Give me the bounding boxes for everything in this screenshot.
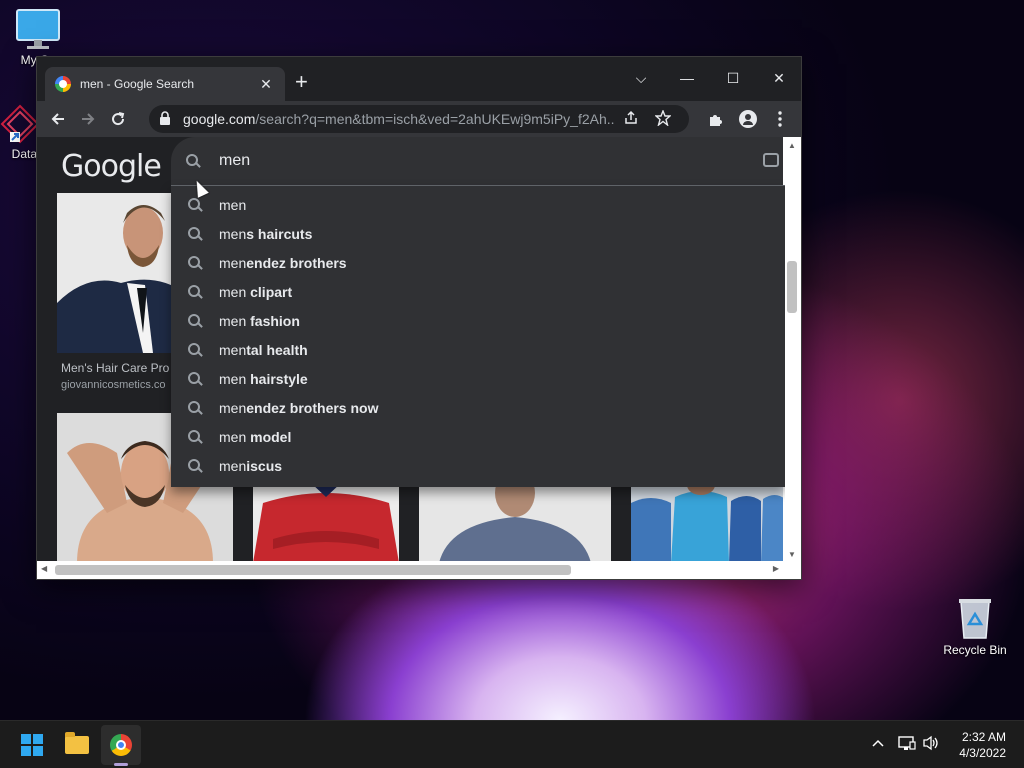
desktop-icon-recycle-bin[interactable]: Recycle Bin (937, 596, 1013, 657)
suggestion-item[interactable]: meniscus (171, 451, 785, 480)
scroll-up-icon[interactable]: ▲ (783, 141, 801, 150)
image-result[interactable] (57, 193, 185, 353)
url-host: google.com (183, 111, 256, 127)
new-tab-button[interactable]: + (295, 71, 308, 93)
suggestion-text: menendez brothers now (219, 399, 379, 416)
horizontal-scrollbar[interactable]: ◀ ▶ (37, 561, 801, 579)
suggestion-item[interactable]: menendez brothers now (171, 393, 785, 422)
reload-icon[interactable] (103, 104, 133, 134)
chrome-icon (110, 734, 132, 756)
suggestion-item[interactable]: men clipart (171, 277, 785, 306)
search-icon (187, 429, 203, 445)
scroll-right-icon[interactable]: ▶ (773, 564, 779, 573)
suggestion-text: meniscus (219, 457, 283, 474)
desktop-icon-label: Recycle Bin (943, 643, 1007, 657)
suggestion-text: men hairstyle (219, 370, 308, 387)
scroll-down-icon[interactable]: ▼ (783, 550, 801, 559)
search-icon (185, 153, 201, 169)
back-icon[interactable] (43, 104, 73, 134)
chrome-taskbar-button[interactable] (101, 725, 141, 765)
search-icon (187, 313, 203, 329)
tab-google-search[interactable]: men - Google Search ✕ (45, 67, 285, 101)
result-image (253, 483, 399, 563)
vertical-scroll-thumb[interactable] (787, 261, 797, 313)
chrome-window: men - Google Search ✕ + ⌵ — ☐ ✕ google.c… (36, 56, 802, 580)
title-bar: men - Google Search ✕ + ⌵ — ☐ ✕ (37, 57, 801, 101)
autocomplete-dropdown: men mens haircuts menendez brothers men … (171, 185, 785, 487)
clock-time: 2:32 AM (961, 730, 1006, 744)
suggestion-text: mental health (219, 341, 308, 358)
search-box[interactable]: men (171, 137, 785, 185)
extensions-icon[interactable] (701, 104, 731, 134)
search-icon (187, 458, 203, 474)
suggestion-text: men model (219, 428, 292, 445)
profile-icon[interactable] (733, 104, 763, 134)
folder-icon (65, 732, 89, 754)
tray-chevron-icon[interactable] (872, 735, 884, 750)
windows-logo-icon (21, 734, 43, 756)
search-icon (187, 371, 203, 387)
search-icon (187, 197, 203, 213)
search-icon (187, 342, 203, 358)
star-icon[interactable] (647, 108, 679, 129)
menu-icon[interactable] (765, 104, 795, 134)
google-images-page: Google men Men's Hair Care Pro giovannic… (37, 137, 785, 563)
monitor-icon (16, 9, 60, 49)
image-result[interactable] (631, 483, 785, 563)
suggestion-text: men (219, 196, 247, 213)
forward-icon[interactable] (73, 104, 103, 134)
network-icon[interactable] (898, 735, 916, 754)
url-path: /search?q=men&tbm=isch&ved=2ahUKEwj9m5iP… (255, 111, 615, 127)
datawarrior-icon (0, 104, 40, 144)
tab-search-dropdown-icon[interactable]: ⌵ (621, 63, 661, 93)
maximize-button[interactable]: ☐ (713, 63, 753, 93)
suggestion-item[interactable]: mens haircuts (171, 219, 785, 248)
search-icon (187, 255, 203, 271)
tab-close-icon[interactable]: ✕ (257, 76, 275, 93)
suggestion-item[interactable]: men fashion (171, 306, 785, 335)
close-window-button[interactable]: ✕ (759, 63, 799, 93)
taskbar: 2:32 AM 4/3/2022 (0, 720, 1024, 768)
file-explorer-button[interactable] (57, 725, 97, 765)
result-image (57, 193, 185, 353)
search-icon (187, 400, 203, 416)
recycle-bin-icon (959, 599, 991, 639)
share-icon[interactable] (615, 110, 647, 129)
scroll-left-icon[interactable]: ◀ (41, 564, 47, 573)
image-result[interactable] (253, 483, 399, 563)
system-clock[interactable]: 2:32 AM 4/3/2022 (959, 729, 1006, 761)
search-icon (187, 226, 203, 242)
horizontal-scroll-thumb[interactable] (55, 565, 571, 575)
start-button[interactable] (12, 725, 52, 765)
tab-title: men - Google Search (80, 77, 195, 91)
browser-toolbar: google.com/search?q=men&tbm=isch&ved=2ah… (37, 101, 801, 137)
volume-icon[interactable] (922, 735, 940, 754)
suggestion-item[interactable]: men model (171, 422, 785, 451)
active-app-indicator (114, 763, 128, 766)
google-logo[interactable]: Google (61, 149, 162, 184)
suggestion-text: men clipart (219, 283, 293, 300)
suggestion-item[interactable]: mental health (171, 335, 785, 364)
result-image (631, 483, 785, 563)
suggestion-item[interactable]: men (171, 190, 785, 219)
suggestion-item[interactable]: men hairstyle (171, 364, 785, 393)
suggestion-text: mens haircuts (219, 225, 313, 242)
search-icon (187, 284, 203, 300)
minimize-button[interactable]: — (667, 63, 707, 93)
url-text: google.com/search?q=men&tbm=isch&ved=2ah… (183, 111, 615, 127)
suggestion-text: menendez brothers (219, 254, 347, 271)
suggestion-item[interactable]: menendez brothers (171, 248, 785, 277)
clock-date: 4/3/2022 (959, 746, 1006, 760)
image-result[interactable] (419, 483, 611, 563)
result-caption[interactable]: Men's Hair Care Pro (61, 361, 169, 375)
result-image (419, 483, 611, 563)
google-favicon-icon (55, 76, 71, 92)
search-input[interactable]: men (219, 152, 250, 170)
address-bar[interactable]: google.com/search?q=men&tbm=isch&ved=2ah… (149, 105, 689, 133)
result-source: giovannicosmetics.co (61, 379, 166, 391)
camera-icon[interactable] (763, 153, 779, 167)
suggestion-text: men fashion (219, 312, 300, 329)
vertical-scrollbar[interactable]: ▲ ▼ (783, 137, 801, 563)
lock-icon[interactable] (159, 110, 175, 128)
